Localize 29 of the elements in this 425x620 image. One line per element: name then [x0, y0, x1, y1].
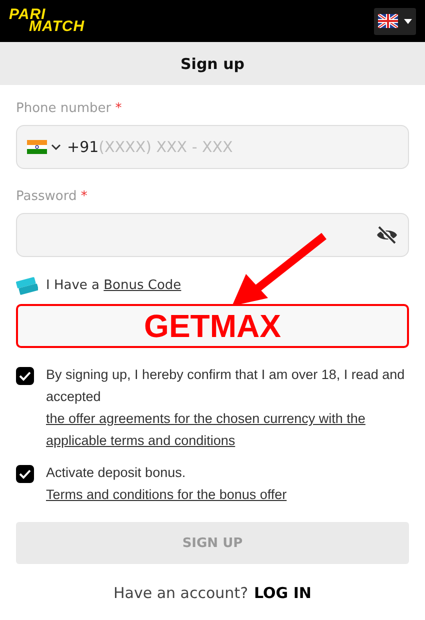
hide-password-button[interactable]: [376, 226, 398, 244]
checkbox[interactable]: [16, 367, 34, 385]
logo[interactable]: PARI MATCH: [9, 9, 85, 33]
country-selector[interactable]: [27, 140, 61, 154]
chevron-icon: [51, 144, 61, 150]
check-icon: [19, 371, 31, 381]
language-button[interactable]: [374, 8, 416, 34]
phone-field[interactable]: +91(XXXX) XXX - XXX: [16, 125, 409, 169]
checkbox[interactable]: [16, 465, 34, 483]
account-prompt: Have an account?: [114, 584, 248, 602]
log-in-link[interactable]: LOG IN: [254, 584, 312, 602]
terms-link[interactable]: Terms and conditions for the bonus offer: [46, 484, 287, 506]
bonus-code-link[interactable]: Bonus Code: [104, 278, 182, 292]
tickets-icon: [16, 275, 38, 295]
terms-link[interactable]: the offer agreements for the chosen currency with the applicable terms and conditions: [46, 408, 409, 452]
bonus-code-field[interactable]: GETMAX: [16, 304, 409, 348]
eye-slash-icon: [376, 226, 398, 244]
field-label: Phone number *: [16, 101, 123, 116]
phone-input[interactable]: (XXXX) XXX - XXX: [98, 138, 398, 156]
page-title: Sign up: [0, 42, 425, 85]
phone-prefix: +91: [67, 138, 99, 156]
bonus-code-text: I Have a Bonus Code: [46, 278, 182, 292]
agreement-text: Activate deposit bonus.: [46, 464, 186, 482]
password-field[interactable]: [16, 213, 409, 257]
caret-icon: [404, 18, 412, 24]
flag-icon: [378, 14, 398, 28]
field-label: Password *: [16, 189, 88, 204]
check-icon: [19, 469, 31, 479]
flag-icon: [27, 140, 47, 154]
